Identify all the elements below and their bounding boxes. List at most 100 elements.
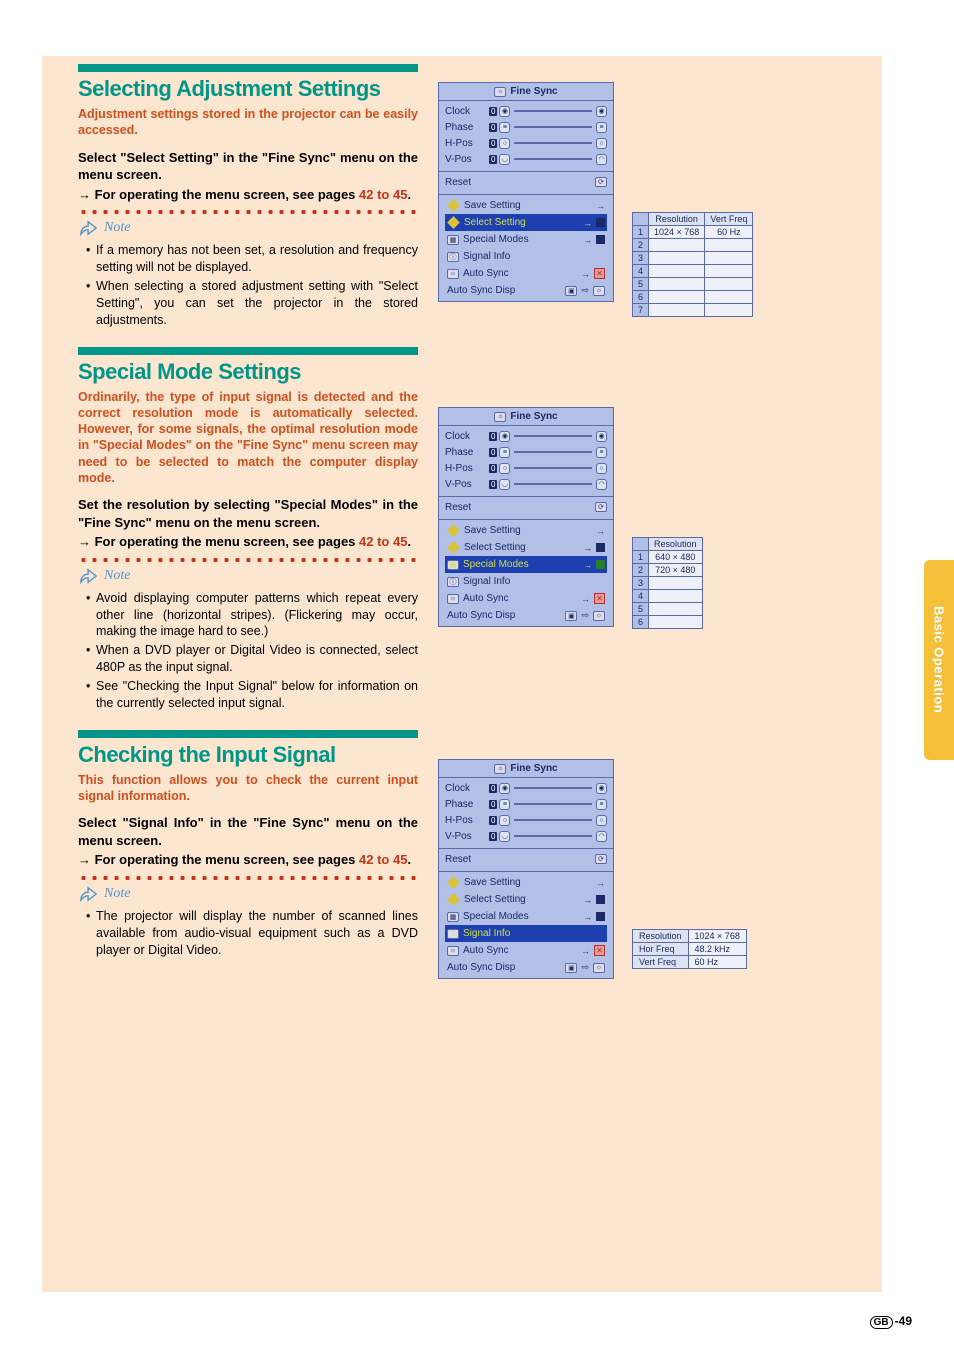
instr-suffix: .: [407, 187, 411, 202]
side-table-wrap: ResolutionVert Freq 11024 × 76860 Hz 2 3…: [632, 82, 753, 317]
osd-menu: Save Setting→ Select Setting→ ▦Special M…: [439, 195, 613, 301]
slider-track: 0≡≡: [489, 122, 607, 133]
instruction-a: Select "Select Setting" in the "Fine Syn…: [78, 149, 418, 184]
slider-label: H-Pos: [445, 463, 485, 474]
osd-row-2: ☼Fine Sync Clock0◉◉ Phase0≡≡ H-Pos0○○ V-…: [438, 407, 858, 629]
item-label: Select Setting: [464, 542, 579, 553]
divider-bar: [78, 347, 418, 355]
td-freq: 60 Hz: [705, 226, 753, 239]
slider-track: 0○○: [489, 138, 607, 149]
note-icon: [78, 885, 100, 903]
slider-label: H-Pos: [445, 815, 485, 826]
note-label: Note: [78, 567, 418, 585]
slider-label: Phase: [445, 447, 485, 458]
reset-label: Reset: [445, 177, 591, 188]
note-item: See "Checking the Input Signal" below fo…: [86, 678, 418, 712]
note-text: Note: [104, 886, 130, 902]
note-list: If a memory has not been set, a resoluti…: [78, 242, 418, 328]
slider-value: 0: [489, 123, 497, 132]
instruction-b: → For operating the menu screen, see pag…: [78, 851, 418, 869]
info-key: Hor Freq: [633, 943, 689, 956]
note-item: When selecting a stored adjustment setti…: [86, 278, 418, 329]
osd-title: ☼Fine Sync: [439, 760, 613, 778]
info-icon: ⓘ: [447, 252, 459, 262]
osd-item-signal-info: ⓘSignal Info: [445, 925, 607, 942]
osd-item-autodisp: Auto Sync Disp▣⇨☼: [445, 282, 607, 299]
item-label: Signal Info: [463, 251, 605, 262]
osd-item-auto: ☼Auto Sync→✕: [445, 265, 607, 282]
item-label: Select Setting: [464, 894, 579, 905]
divider-bar: [78, 64, 418, 72]
intro-text: Ordinarily, the type of input signal is …: [78, 389, 418, 487]
osd-title: ☼Fine Sync: [439, 83, 613, 101]
heading: Checking the Input Signal: [78, 742, 418, 768]
item-label: Auto Sync: [463, 268, 577, 279]
diamond-icon: [447, 216, 460, 229]
reset-label: Reset: [445, 502, 591, 513]
slider-track: 0◉◉: [489, 106, 607, 117]
slider-label: V-Pos: [445, 831, 485, 842]
instruction-a: Select "Signal Info" in the "Fine Sync" …: [78, 814, 418, 849]
instr-prefix: → For operating the menu screen, see pag…: [78, 187, 359, 202]
osd-row-1: ☼Fine Sync Clock 0◉◉ Phase 0≡≡ H-Pos0○○ V-…: [438, 82, 858, 317]
instruction-b: → For operating the menu screen, see pag…: [78, 533, 418, 551]
sync-icon: ☼: [447, 269, 459, 279]
reset-icon: ⟳: [595, 177, 607, 187]
osd-sliders: Clock 0◉◉ Phase 0≡≡ H-Pos0○○ V-Pos 0◡◠: [439, 101, 613, 172]
page-prefix: GB: [870, 1316, 893, 1329]
note-text: Note: [104, 568, 130, 584]
intro-text: This function allows you to check the cu…: [78, 772, 418, 805]
slider-label: Clock: [445, 431, 485, 442]
item-label: Select Setting: [464, 217, 579, 228]
page-content: Selecting Adjustment Settings Adjustment…: [42, 56, 882, 1069]
slider-track: 0◡◠: [489, 154, 607, 165]
th-resolution: Resolution: [649, 213, 705, 226]
instr-suffix: .: [407, 852, 411, 867]
slider-value: 0: [489, 139, 497, 148]
resolution-freq-table: ResolutionVert Freq 11024 × 76860 Hz 2 3…: [632, 212, 753, 317]
sync-icon: ☼: [494, 87, 506, 97]
instr-suffix: .: [407, 534, 411, 549]
section-selecting-adjustment: Selecting Adjustment Settings Adjustment…: [78, 64, 418, 329]
note-label: Note: [78, 885, 418, 903]
note-item: The projector will display the number of…: [86, 908, 418, 959]
slider-label: Clock: [445, 783, 485, 794]
signal-info-table: Resolution1024 × 768 Hor Freq48.2 kHz Ve…: [632, 929, 747, 969]
diamond-icon: [447, 199, 460, 212]
slider-hpos: H-Pos0○○: [445, 135, 607, 151]
slider-value: 0: [489, 155, 497, 164]
side-tab-label: Basic Operation: [932, 606, 947, 713]
item-label: Auto Sync Disp: [447, 610, 561, 621]
page-num-text: -49: [895, 1314, 912, 1328]
osd-item-save: Save Setting→: [445, 197, 607, 214]
note-text: Note: [104, 220, 130, 236]
th-resolution: Resolution: [649, 538, 703, 551]
slider-label: Clock: [445, 106, 485, 117]
osd-sliders: Clock0◉◉ Phase0≡≡ H-Pos0○○ V-Pos0◡◠: [439, 426, 613, 497]
left-column: Selecting Adjustment Settings Adjustment…: [78, 64, 418, 977]
info-icon: ⓘ: [447, 929, 459, 939]
side-table-wrap: Resolution 1640 × 480 2720 × 480 3 4 5 6: [632, 407, 703, 629]
osd-title-text: Fine Sync: [510, 763, 557, 774]
th-vertfreq: Vert Freq: [705, 213, 753, 226]
osd-reset: Reset ⟳: [439, 172, 613, 195]
intro-text: Adjustment settings stored in the projec…: [78, 106, 418, 139]
sync-icon: ☼: [494, 412, 506, 422]
section-checking-input: Checking the Input Signal This function …: [78, 730, 418, 959]
item-label: Save Setting: [464, 877, 592, 888]
resolution-table: Resolution 1640 × 480 2720 × 480 3 4 5 6: [632, 537, 703, 629]
osd-row-3: ☼Fine Sync Clock0◉◉ Phase0≡≡ H-Pos0○○ V-…: [438, 759, 858, 979]
slider-vpos: V-Pos 0◡◠: [445, 151, 607, 167]
item-label: Special Modes: [463, 559, 579, 570]
slider-phase: Phase 0≡≡: [445, 119, 607, 135]
osd-menu: Save Setting→ Select Setting→ ▦Special M…: [439, 520, 613, 626]
heading: Selecting Adjustment Settings: [78, 76, 418, 102]
slider-label: V-Pos: [445, 154, 485, 165]
osd-item-signal: ⓘ Signal Info: [445, 248, 607, 265]
slider-label: Phase: [445, 122, 485, 133]
item-label: Auto Sync: [463, 945, 577, 956]
osd-item-select-setting: Select Setting→: [445, 214, 607, 231]
info-val: 60 Hz: [688, 956, 746, 969]
page-number: GB-49: [870, 1314, 912, 1328]
slider-label: Phase: [445, 799, 485, 810]
